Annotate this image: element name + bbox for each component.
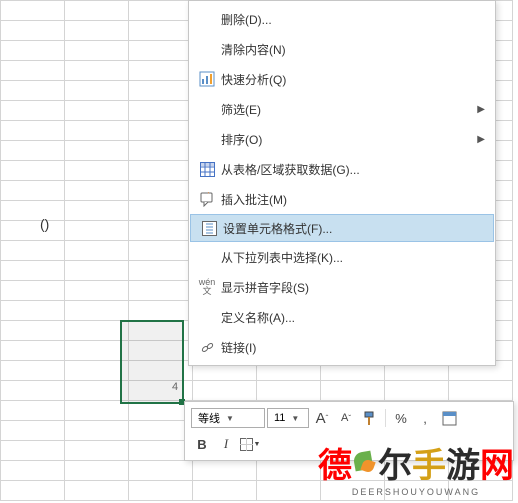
menu-label: 设置单元格格式(F)...: [223, 220, 473, 237]
link-icon: [193, 340, 221, 355]
menu-label: 清除内容(N): [221, 41, 475, 58]
format-cells-icon: [195, 221, 223, 236]
watermark-logo: 德 尔 手 游 网 DEERSHOUYOUWANG: [318, 438, 514, 497]
menu-label: 筛选(E): [221, 101, 475, 118]
font-name-value: 等线: [198, 410, 220, 426]
submenu-arrow-icon: ▶: [477, 134, 485, 145]
menu-clear-contents[interactable]: 清除内容(N): [189, 34, 495, 64]
font-size-value: 11: [274, 412, 285, 424]
menu-label: 链接(I): [221, 339, 475, 356]
menu-delete[interactable]: 删除(D)...: [189, 4, 495, 34]
watermark-char: 手: [412, 438, 446, 487]
menu-link[interactable]: 链接(I): [189, 332, 495, 362]
watermark-domain: DEERSHOUYOUWANG: [352, 487, 480, 497]
menu-get-data-from-table[interactable]: 从表格/区域获取数据(G)...: [189, 154, 495, 184]
menu-label: 排序(O): [221, 131, 475, 148]
context-menu: 删除(D)... 清除内容(N) 快速分析(Q) 筛选(E) ▶ 排序(O) ▶…: [188, 0, 496, 366]
chevron-down-icon: ▼: [226, 414, 234, 423]
watermark-char: 游: [446, 438, 480, 487]
menu-sort[interactable]: 排序(O) ▶: [189, 124, 495, 154]
menu-label: 显示拼音字段(S): [221, 279, 475, 296]
chevron-down-icon: ▼: [254, 441, 261, 448]
menu-insert-comment[interactable]: + 插入批注(M): [189, 184, 495, 214]
menu-filter[interactable]: 筛选(E) ▶: [189, 94, 495, 124]
bold-button[interactable]: B: [191, 433, 213, 455]
menu-format-cells[interactable]: 设置单元格格式(F)...: [190, 214, 494, 242]
italic-button[interactable]: I: [215, 433, 237, 455]
separator: [385, 409, 386, 427]
menu-quick-analysis[interactable]: 快速分析(Q): [189, 64, 495, 94]
menu-pick-from-dropdown[interactable]: 从下拉列表中选择(K)...: [189, 242, 495, 272]
cell-content: (): [40, 216, 49, 232]
menu-label: 快速分析(Q): [221, 71, 475, 88]
increase-font-button[interactable]: Aˆ: [311, 407, 333, 429]
font-size-combo[interactable]: 11 ▼: [267, 408, 309, 428]
selection-count-label: 4: [172, 381, 178, 393]
cell-styles-button[interactable]: [438, 407, 460, 429]
leaf-icon: [352, 450, 378, 476]
watermark-char: 尔: [378, 438, 412, 487]
menu-label: 插入批注(M): [221, 191, 475, 208]
border-button[interactable]: ▼: [239, 433, 261, 455]
svg-text:+: +: [206, 192, 211, 196]
chevron-down-icon: ▼: [291, 414, 299, 423]
percent-button[interactable]: %: [390, 407, 412, 429]
menu-label: 从下拉列表中选择(K)...: [221, 249, 475, 266]
comma-button[interactable]: ,: [414, 407, 436, 429]
table-icon: [193, 162, 221, 177]
menu-define-name[interactable]: 定义名称(A)...: [189, 302, 495, 332]
comment-icon: +: [193, 192, 221, 207]
menu-label: 删除(D)...: [221, 11, 475, 28]
menu-label: 定义名称(A)...: [221, 309, 475, 326]
decrease-font-button[interactable]: Aˇ: [335, 407, 357, 429]
menu-label: 从表格/区域获取数据(G)...: [221, 161, 475, 178]
format-painter-button[interactable]: [359, 407, 381, 429]
menu-show-pinyin[interactable]: wén文 显示拼音字段(S): [189, 272, 495, 302]
quick-analysis-icon: [193, 71, 221, 87]
watermark-char: 网: [480, 438, 514, 487]
submenu-arrow-icon: ▶: [477, 104, 485, 115]
font-name-combo[interactable]: 等线 ▼: [191, 408, 265, 428]
pinyin-icon: wén文: [193, 278, 221, 296]
watermark-char: 德: [318, 438, 352, 487]
